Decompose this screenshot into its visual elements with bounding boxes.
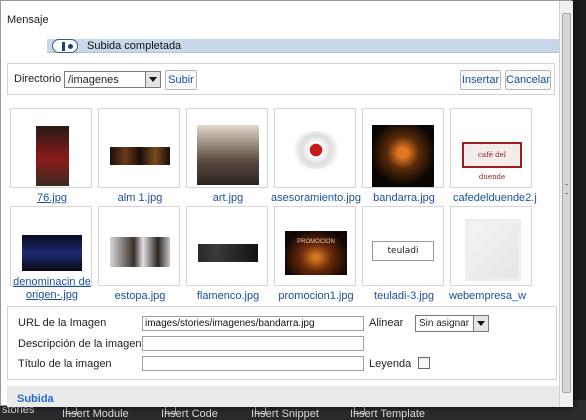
band-photo-icon <box>110 147 170 165</box>
thumbnail-caption[interactable]: flamenco.jpg <box>183 290 273 302</box>
thumbnail-promocion1[interactable]: PROMOCION promocion1.jpg <box>274 206 356 302</box>
vertical-scrollbar[interactable] <box>559 1 573 407</box>
scrollbar-thumb[interactable] <box>562 13 571 393</box>
thumbnail-teuladi[interactable]: teuladi teuladi-3.jpg <box>362 206 444 302</box>
thumbnail-76[interactable]: 76.jpg <box>10 108 92 204</box>
info-icon <box>52 39 78 53</box>
thumbnail-alm1[interactable]: alm 1.jpg <box>98 108 180 204</box>
cancel-button[interactable]: Cancelar <box>505 70 551 90</box>
chevron-down-icon[interactable] <box>473 316 488 331</box>
description-label: Descripción de la imagen <box>18 338 142 350</box>
title-field[interactable] <box>142 356 364 371</box>
thumbnail-caption[interactable]: art.jpg <box>183 192 273 204</box>
cafe-logo-icon: café del duende <box>462 142 522 181</box>
insert-snippet-label: Insert Snippet <box>251 408 319 420</box>
image-manager-dialog: Mensaje Subida completada Directorio /im… <box>0 0 573 407</box>
image-properties-form: URL de la Imagen images/stories/imagenes… <box>7 306 557 380</box>
banner-photo-icon <box>198 244 258 262</box>
teuladi-logo-icon: teuladi <box>372 241 434 261</box>
thumbnail-caption[interactable]: estopa.jpg <box>95 290 185 302</box>
thumbnail-caption[interactable]: alm 1.jpg <box>95 192 185 204</box>
status-text: Subida completada <box>87 40 182 52</box>
thumbnail-estopa[interactable]: estopa.jpg <box>98 206 180 302</box>
thumbnail-caption[interactable]: 76.jpg <box>7 192 97 204</box>
directory-select[interactable]: /imagenes <box>64 71 161 88</box>
thumbnail-bandarra[interactable]: bandarra.jpg <box>362 108 444 204</box>
message-label: Mensaje <box>7 14 49 26</box>
align-label: Alinear <box>369 317 404 329</box>
thumbnail-caption[interactable]: teuladi-3.jpg <box>359 290 449 302</box>
stage-photo-icon <box>22 235 82 271</box>
chevron-down-icon[interactable] <box>145 72 160 87</box>
insert-module-label: Insert Module <box>62 408 129 420</box>
insert-code-label: Insert Code <box>161 408 218 420</box>
description-field[interactable] <box>142 336 364 351</box>
directory-toolbar: Directorio /imagenes Subir Insertar Canc… <box>7 63 555 95</box>
dancer-photo-icon <box>36 126 69 186</box>
dark-orange-photo-icon <box>372 125 434 187</box>
promo-banner-icon: PROMOCION <box>285 231 347 275</box>
align-select-value: Sin asignar <box>419 318 470 329</box>
thumbnail-caption[interactable]: promocion1.jpg <box>271 290 361 302</box>
url-label: URL de la Imagen <box>18 317 107 329</box>
align-select[interactable]: Sin asignar <box>415 315 489 332</box>
upload-button[interactable]: Subir <box>165 70 197 90</box>
upload-section-header[interactable]: Subida <box>7 386 559 407</box>
people-circle-graphic-icon <box>289 131 343 169</box>
thumbnail-caption[interactable]: denominacin de origen-.jpg <box>7 276 97 302</box>
thumbnail-art[interactable]: art.jpg <box>186 108 268 204</box>
group-portrait-photo-icon <box>197 125 259 185</box>
directory-select-value: /imagenes <box>68 74 119 86</box>
thumbnail-caption[interactable]: webempresa_w <box>447 290 537 302</box>
duo-photo-icon <box>110 237 170 267</box>
thumbnail-caption[interactable]: cafedelduende2.jpg <box>447 192 537 204</box>
caption-checkbox[interactable] <box>418 357 430 369</box>
thumbnail-denominacion[interactable]: denominacin de origen-.jpg <box>10 206 92 301</box>
caption-label: Leyenda <box>369 358 412 370</box>
thumbnail-flamenco[interactable]: flamenco.jpg <box>186 206 268 302</box>
thumbnail-webempresa[interactable]: webempresa_w <box>449 206 532 302</box>
thumbnail-cafedelduende[interactable]: café del duende cafedelduende2.jpg <box>450 108 537 204</box>
insert-button[interactable]: Insertar <box>460 70 501 90</box>
directory-label: Directorio <box>14 73 62 85</box>
upload-section-label[interactable]: Subida <box>17 393 54 405</box>
thumbnail-caption[interactable]: asesoramiento.jpg <box>271 192 361 204</box>
watermark-logo-icon <box>465 219 521 281</box>
thumbnail-asesoramiento[interactable]: asesoramiento.jpg <box>271 108 361 204</box>
url-field[interactable]: images/stories/imagenes/bandarra.jpg <box>142 316 364 331</box>
title-label: Título de la imagen <box>18 358 112 370</box>
status-message-bar: Subida completada <box>47 39 559 53</box>
insert-template-label: Insert Template <box>350 408 426 420</box>
thumbnail-caption[interactable]: bandarra.jpg <box>359 192 449 204</box>
